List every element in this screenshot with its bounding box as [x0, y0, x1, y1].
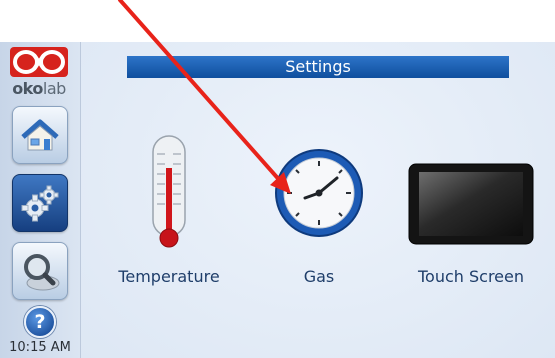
tile-touch-screen[interactable]: Touch Screen — [401, 134, 541, 304]
tile-temperature[interactable]: Temperature — [99, 134, 239, 304]
logo-text: okolab — [12, 79, 66, 98]
tile-label: Touch Screen — [417, 267, 524, 286]
thermometer-icon — [99, 134, 239, 254]
home-icon — [21, 119, 59, 151]
tile-label: Temperature — [118, 267, 220, 286]
gauge-icon — [249, 134, 389, 254]
device-screen: okolab ? 10:15 AM Settings Temperature G… — [0, 42, 555, 358]
magnifier-icon — [24, 254, 60, 291]
search-button[interactable] — [12, 242, 68, 300]
gears-icon — [21, 185, 59, 222]
settings-panel: Settings Temperature Gas Touch Screen — [81, 42, 555, 358]
okolab-logo: okolab — [8, 46, 70, 100]
help-button[interactable]: ? — [24, 306, 56, 338]
sidebar: okolab ? 10:15 AM — [0, 42, 81, 358]
monitor-icon — [401, 134, 541, 254]
home-button[interactable] — [12, 106, 68, 164]
tile-label: Gas — [303, 267, 335, 286]
settings-button[interactable] — [12, 174, 68, 232]
tile-gas[interactable]: Gas — [249, 134, 389, 304]
clock-time: 10:15 AM — [9, 340, 71, 355]
page-title: Settings — [127, 56, 509, 78]
